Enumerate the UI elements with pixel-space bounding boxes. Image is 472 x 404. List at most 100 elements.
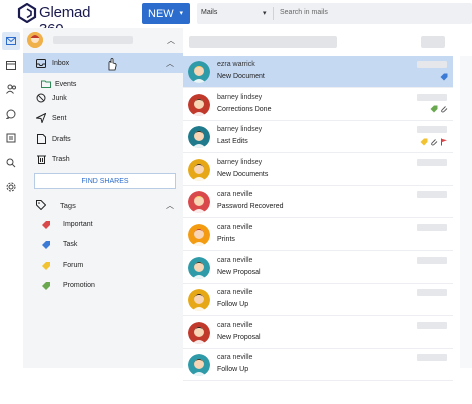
cursor-icon — [108, 58, 117, 71]
top-bar: Glemad 360 NEW ▾ Mails ▾ Search in mails — [0, 0, 472, 38]
message-row[interactable]: cara neville Password Recovered — [183, 186, 453, 219]
message-date — [417, 61, 447, 68]
tag-icon — [42, 262, 50, 270]
message-subject: New Proposal — [217, 268, 261, 276]
message-subject: Last Edits — [217, 138, 248, 146]
attachment-icon — [431, 138, 438, 146]
message-flags — [430, 105, 448, 114]
message-sender: barney lindsey — [217, 93, 263, 101]
tags-header[interactable]: Tags ︿ — [23, 196, 183, 214]
list-title — [189, 36, 337, 48]
search-input[interactable]: Search in mails — [280, 9, 328, 16]
account-row[interactable]: ︿ — [23, 28, 183, 52]
message-date — [417, 354, 447, 362]
message-subject: Password Recovered — [217, 203, 284, 211]
mail-icon[interactable] — [2, 32, 20, 50]
folder-label: Events — [55, 80, 77, 88]
message-subject: New Document — [217, 73, 265, 80]
chevron-up-icon[interactable]: ︿ — [167, 35, 175, 46]
tag-label: Important — [63, 221, 93, 228]
scrollbar[interactable] — [460, 56, 472, 368]
tag-icon — [440, 73, 448, 80]
message-row[interactable]: barney lindsey Corrections Done — [183, 89, 453, 121]
avatar — [188, 126, 210, 149]
message-row[interactable]: cara neville New Proposal — [183, 252, 453, 284]
list-actions[interactable] — [421, 36, 445, 48]
chevron-down-icon[interactable]: ▾ — [263, 9, 267, 17]
new-button-label: NEW — [148, 7, 174, 20]
search-divider — [273, 7, 274, 20]
avatar — [188, 256, 210, 279]
message-sender: cara neville — [217, 224, 253, 231]
message-row[interactable]: ezra warrick New Document — [183, 56, 453, 88]
message-subject: Follow Up — [217, 366, 249, 374]
avatar — [188, 289, 210, 312]
calendar-icon[interactable] — [4, 58, 18, 72]
message-date — [417, 158, 447, 166]
message-subject: Corrections Done — [217, 105, 272, 113]
folder-junk[interactable]: Junk — [23, 88, 183, 108]
app-logo[interactable]: Glemad 360 — [17, 3, 113, 38]
message-row[interactable]: cara neville Follow Up — [183, 349, 453, 382]
account-name — [53, 36, 133, 44]
sent-icon — [35, 112, 47, 124]
files-icon[interactable] — [4, 131, 18, 145]
drafts-icon — [35, 133, 47, 145]
message-flags — [440, 72, 448, 81]
inbox-icon — [35, 57, 47, 69]
attachment-icon — [441, 106, 448, 113]
tag-icon — [36, 200, 47, 212]
folder-inbox[interactable]: Inbox ︿ — [23, 53, 183, 73]
folder-label: Inbox — [52, 59, 70, 67]
folder-label: Sent — [52, 114, 67, 122]
chat-icon[interactable] — [4, 107, 18, 121]
message-row[interactable]: cara neville Prints — [183, 219, 453, 251]
message-row[interactable]: cara neville New Proposal — [183, 317, 453, 349]
message-date — [417, 256, 447, 264]
message-subject: New Documents — [217, 170, 269, 178]
search-scope-select[interactable]: Mails — [201, 9, 217, 16]
tag-item[interactable]: Important — [23, 215, 183, 235]
tag-label: Forum — [63, 262, 84, 269]
message-subject: Prints — [217, 236, 235, 243]
new-button[interactable]: NEW ▾ — [142, 3, 190, 24]
folder-drafts[interactable]: Drafts — [23, 129, 183, 149]
tag-item[interactable]: Task — [23, 235, 183, 255]
tag-item[interactable]: Forum — [23, 256, 183, 276]
tag-icon — [42, 241, 50, 249]
chevron-down-icon: ▾ — [179, 10, 183, 17]
folder-sent[interactable]: Sent — [23, 108, 183, 128]
tag-icon — [420, 138, 428, 146]
settings-icon[interactable] — [4, 180, 18, 194]
message-list: ezra warrick New Document barney lindsey Co… — [183, 28, 472, 382]
message-date — [417, 321, 447, 329]
avatar — [188, 191, 210, 214]
avatar — [188, 93, 210, 116]
message-subject: Follow Up — [217, 301, 249, 309]
flag-icon — [441, 138, 447, 146]
chevron-up-icon[interactable]: ︿ — [166, 58, 174, 69]
message-date — [417, 191, 447, 199]
message-subject: New Proposal — [217, 333, 261, 341]
folder-label: Junk — [52, 94, 67, 102]
folder-trash[interactable]: Trash — [23, 149, 183, 169]
message-row[interactable]: cara neville Follow Up — [183, 284, 453, 317]
message-flags — [420, 137, 448, 146]
list-header — [183, 28, 472, 54]
find-shares-button[interactable]: FIND SHARES — [34, 173, 176, 189]
message-row[interactable]: barney lindsey Last Edits — [183, 121, 453, 154]
contacts-icon[interactable] — [4, 82, 18, 96]
avatar — [188, 354, 210, 377]
message-date — [417, 126, 447, 134]
tag-item[interactable]: Promotion — [23, 276, 183, 296]
message-sender: cara neville — [217, 321, 253, 329]
message-row[interactable]: barney lindsey New Documents — [183, 154, 453, 186]
search-icon[interactable] — [4, 156, 18, 170]
tag-icon — [430, 105, 438, 113]
message-sender: ezra warrick — [217, 61, 255, 68]
avatar — [188, 321, 210, 344]
chevron-up-icon[interactable]: ︿ — [166, 200, 174, 211]
message-sender: cara neville — [217, 289, 253, 297]
logo-icon — [17, 3, 37, 23]
message-sender: cara neville — [217, 354, 253, 362]
